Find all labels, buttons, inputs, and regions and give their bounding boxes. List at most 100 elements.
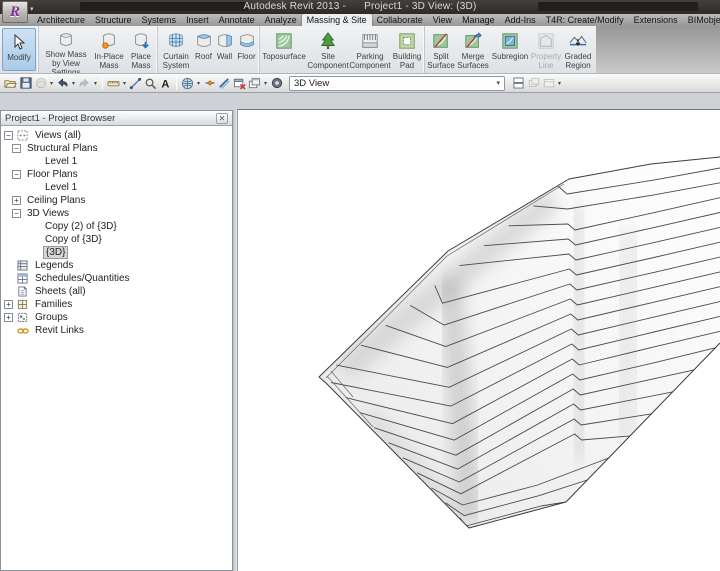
property-line-button[interactable]: Property Line [530,27,562,72]
expander-icon[interactable]: − [12,170,21,179]
groups-icon [17,312,30,323]
switch-windows-caret-icon[interactable]: ▾ [262,80,269,87]
toposurface-button[interactable]: Toposurface [261,27,307,72]
default-3d-view-icon[interactable] [180,76,195,91]
sync-icon[interactable] [33,76,48,91]
toolbar-overflow-caret-icon[interactable]: ▾ [556,80,563,87]
tree-item-sheets-all[interactable]: Sheets (all) [1,285,232,298]
expander-icon[interactable]: + [4,313,13,322]
sync-caret-icon[interactable]: ▾ [48,80,55,87]
undo-caret-icon[interactable]: ▾ [70,80,77,87]
application-menu-button[interactable]: R [2,1,28,23]
tree-item-legends[interactable]: Legends [1,259,232,272]
split-surface-button[interactable]: Split Surface [426,27,456,72]
families-icon [17,299,30,310]
open-icon[interactable] [3,76,18,91]
close-icon[interactable]: ✕ [216,112,228,124]
thin-lines-icon[interactable] [217,76,232,91]
tree-item-copy-of-3d[interactable]: Copy of {3D} [1,233,232,246]
parking-component-button[interactable]: Parking Component [349,27,391,72]
measure-caret-icon[interactable]: ▾ [121,80,128,87]
tab-extensions[interactable]: Extensions [629,14,683,26]
tree-item-groups[interactable]: + Groups [1,311,232,324]
steering-wheel-icon[interactable] [269,76,284,91]
graded-region-button[interactable]: Graded Region [562,27,594,72]
merge-surfaces-icon [464,31,482,51]
tree-item-3d-selected[interactable]: {3D} [1,246,232,259]
wall-button[interactable]: Wall [214,27,235,72]
expander-icon[interactable]: + [12,196,21,205]
tile-windows-icon[interactable] [511,76,526,91]
modify-button[interactable]: Modify [2,28,36,71]
floor-button[interactable]: Floor [235,27,258,72]
tree-item-revit-links[interactable]: Revit Links [1,324,232,337]
site-component-button[interactable]: Site Component [307,27,349,72]
tree-item-level-1[interactable]: Level 1 [1,155,232,168]
text-icon[interactable]: A [158,76,173,91]
expander-icon[interactable]: − [12,144,21,153]
undo-icon[interactable] [55,76,70,91]
drawing-area-3d-view[interactable] [237,109,720,571]
default-3d-view-caret-icon[interactable]: ▾ [195,80,202,87]
tree-item-views-all[interactable]: − Views (all) [1,129,232,142]
model-site-panel: Toposurface Site Component Parking Compo… [259,26,424,73]
tab-t4r-create-modify[interactable]: T4R: Create/Modify [541,14,629,26]
save-icon[interactable] [18,76,33,91]
subregion-icon [501,31,519,51]
view-selector-combobox[interactable]: 3D View ▾ [289,75,505,91]
tab-views-icon[interactable] [541,76,556,91]
tab-view[interactable]: View [428,14,457,26]
tree-item-3d-views[interactable]: − 3D Views [1,207,232,220]
tree-item-structural-plans[interactable]: − Structural Plans [1,142,232,155]
revit-logo-icon: R [9,3,20,20]
toposurface-icon [275,31,293,51]
floor-icon [238,31,256,51]
redo-caret-icon[interactable]: ▾ [92,80,99,87]
expander-icon[interactable]: + [4,300,13,309]
tab-massing-and-site[interactable]: Massing & Site [301,14,372,26]
tree-item-families[interactable]: + Families [1,298,232,311]
tab-manage[interactable]: Manage [457,14,500,26]
tree-item-copy-2-of-3d[interactable]: Copy (2) of {3D} [1,220,232,233]
tab-architecture[interactable]: Architecture [32,14,90,26]
roof-button[interactable]: Roof [193,27,214,72]
tree-item-floor-plans[interactable]: − Floor Plans [1,168,232,181]
expander-icon[interactable]: − [12,209,21,218]
cascade-windows-icon[interactable] [526,76,541,91]
tab-annotate[interactable]: Annotate [214,14,260,26]
mass-icon [57,31,75,49]
tag-icon[interactable] [143,76,158,91]
view-selector-value: 3D View [294,77,330,89]
tab-bimobject[interactable]: BIMobject [683,14,720,26]
place-mass-button[interactable]: Place Mass [126,27,156,72]
tab-systems[interactable]: Systems [137,14,182,26]
redo-icon[interactable] [77,76,92,91]
tab-analyze[interactable]: Analyze [260,14,302,26]
close-hidden-windows-icon[interactable] [232,76,247,91]
aligned-dimension-icon[interactable] [128,76,143,91]
expander-icon[interactable]: − [4,131,13,140]
merge-surfaces-button[interactable]: Merge Surfaces [456,27,490,72]
subregion-button[interactable]: Subregion [490,27,530,72]
project-browser-tree: − Views (all) − Structural Plans Level 1… [1,126,232,570]
curtain-system-button[interactable]: Curtain System [159,27,193,72]
conceptual-mass-panel: Show Mass by View Settings ▾ In-Place Ma… [38,26,157,73]
switch-windows-icon[interactable] [247,76,262,91]
tree-item-schedules-quantities[interactable]: Schedules/Quantities [1,272,232,285]
measure-icon[interactable] [106,76,121,91]
section-icon[interactable] [202,76,217,91]
building-pad-button[interactable]: Building Pad [391,27,423,72]
quick-access-toolbar: ▾ ▾ ▾ ▾ A ▾ ▾ 3D View ▾ ▾ [0,74,720,93]
tree-item-ceiling-plans[interactable]: + Ceiling Plans [1,194,232,207]
tab-structure[interactable]: Structure [90,14,137,26]
tab-insert[interactable]: Insert [181,14,214,26]
tab-add-ins[interactable]: Add-Ins [500,14,541,26]
ribbon-tab-strip: Architecture Structure Systems Insert An… [0,14,720,26]
tab-collaborate[interactable]: Collaborate [372,14,428,26]
in-place-mass-button[interactable]: In-Place Mass [92,27,126,72]
application-menu-caret-icon[interactable]: ▾ [30,5,34,13]
show-mass-button[interactable]: Show Mass by View Settings ▾ [40,27,92,73]
building-pad-icon [398,31,416,51]
project-browser-titlebar[interactable]: Project1 - Project Browser ✕ [1,111,232,126]
tree-item-level-1[interactable]: Level 1 [1,181,232,194]
